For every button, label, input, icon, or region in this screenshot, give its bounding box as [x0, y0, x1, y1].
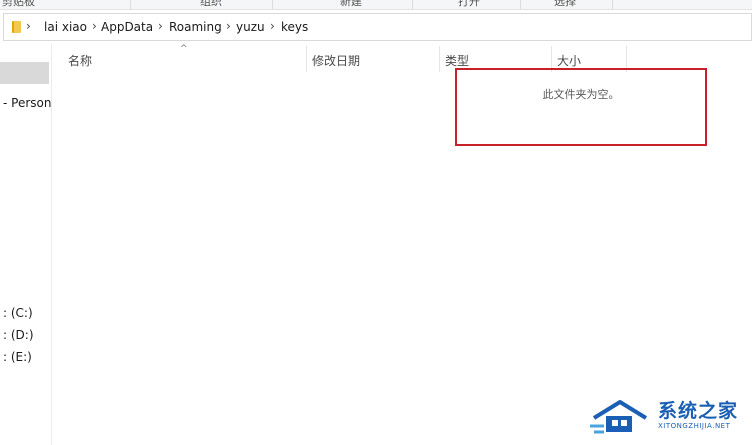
house-logo-icon	[590, 400, 648, 434]
ribbon-group-open[interactable]: 打开	[458, 0, 480, 9]
breadcrumb-lai-xiao[interactable]: lai xiao	[44, 20, 87, 34]
column-header-name[interactable]: 名称	[68, 52, 92, 69]
highlight-box	[455, 68, 707, 146]
nav-item-drive-c[interactable]: : (C:)	[3, 306, 33, 320]
ribbon: 剪贴板 组织 新建 打开 选择	[0, 0, 752, 10]
breadcrumb-roaming[interactable]: Roaming	[169, 20, 222, 34]
watermark-brand-en: XITONGZHIJIA.NET	[658, 422, 731, 430]
nav-item-drive-d[interactable]: : (D:)	[3, 328, 34, 342]
column-divider[interactable]	[439, 46, 440, 72]
folder-icon	[12, 21, 21, 33]
chevron-right-icon[interactable]: ›	[158, 19, 163, 33]
breadcrumb-keys[interactable]: keys	[281, 20, 308, 34]
watermark-logo: 系统之家 XITONGZHIJIA.NET	[590, 392, 748, 438]
chevron-right-icon[interactable]: ›	[92, 19, 97, 33]
chevron-right-icon[interactable]: ›	[226, 19, 231, 33]
column-divider[interactable]	[306, 46, 307, 72]
sort-ascending-icon: ^	[180, 44, 188, 54]
ribbon-group-new[interactable]: 新建	[340, 0, 362, 9]
chevron-right-icon[interactable]: ›	[270, 19, 275, 33]
column-header-size[interactable]: 大小	[557, 52, 581, 69]
nav-selected-item[interactable]	[0, 62, 49, 84]
ribbon-group-clipboard[interactable]: 剪贴板	[2, 0, 35, 9]
watermark-brand-cn: 系统之家	[658, 400, 739, 422]
nav-item-drive-e[interactable]: : (E:)	[3, 350, 32, 364]
ribbon-group-organize[interactable]: 组织	[200, 0, 222, 9]
breadcrumb-appdata[interactable]: AppData	[101, 20, 153, 34]
navigation-pane[interactable]: - Persona : (C:) : (D:) : (E:)	[0, 44, 52, 445]
column-header-type[interactable]: 类型	[445, 52, 469, 69]
nav-item-personal[interactable]: - Persona	[3, 96, 51, 110]
column-header-date[interactable]: 修改日期	[312, 52, 360, 69]
address-bar[interactable]: › lai xiao › AppData › Roaming › yuzu › …	[3, 13, 752, 41]
ribbon-group-select[interactable]: 选择	[554, 0, 576, 9]
breadcrumb-yuzu[interactable]: yuzu	[236, 20, 265, 34]
chevron-right-icon[interactable]: ›	[26, 19, 31, 33]
